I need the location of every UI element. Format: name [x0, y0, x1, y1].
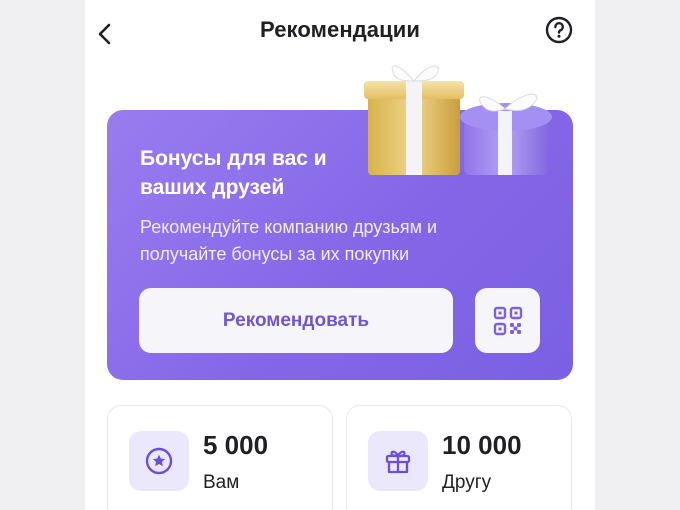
stat-icon-box — [368, 431, 428, 491]
bonus-friend-card: 10 000 Другу — [346, 405, 572, 510]
gift-icon — [385, 450, 411, 474]
qr-code-icon — [493, 306, 522, 335]
page-title: Рекомендации — [259, 17, 420, 42]
star-circle-icon — [145, 447, 173, 475]
bonus-friend-value: 10 000 — [442, 430, 522, 460]
bonus-you-value: 5 000 — [203, 430, 269, 460]
bonus-you-label: Вам — [203, 472, 240, 493]
promo-title: Бонусы для вас и ваших друзей — [140, 147, 327, 199]
screen: Рекомендации Бонусы для вас и ваших друз… — [85, 0, 595, 510]
help-button[interactable] — [543, 14, 575, 46]
header: Рекомендации — [85, 0, 595, 62]
promo-description: Рекомендуйте компанию друзьям и получайт… — [140, 217, 438, 264]
recommend-button[interactable]: Рекомендовать — [139, 288, 453, 353]
bonus-you-card: 5 000 Вам — [107, 405, 333, 510]
bonus-friend-label: Другу — [442, 472, 492, 493]
gift-boxes-illustration — [364, 65, 552, 175]
question-circle-icon — [545, 16, 573, 44]
qr-code-button[interactable] — [475, 288, 540, 353]
stat-icon-box — [129, 431, 189, 491]
